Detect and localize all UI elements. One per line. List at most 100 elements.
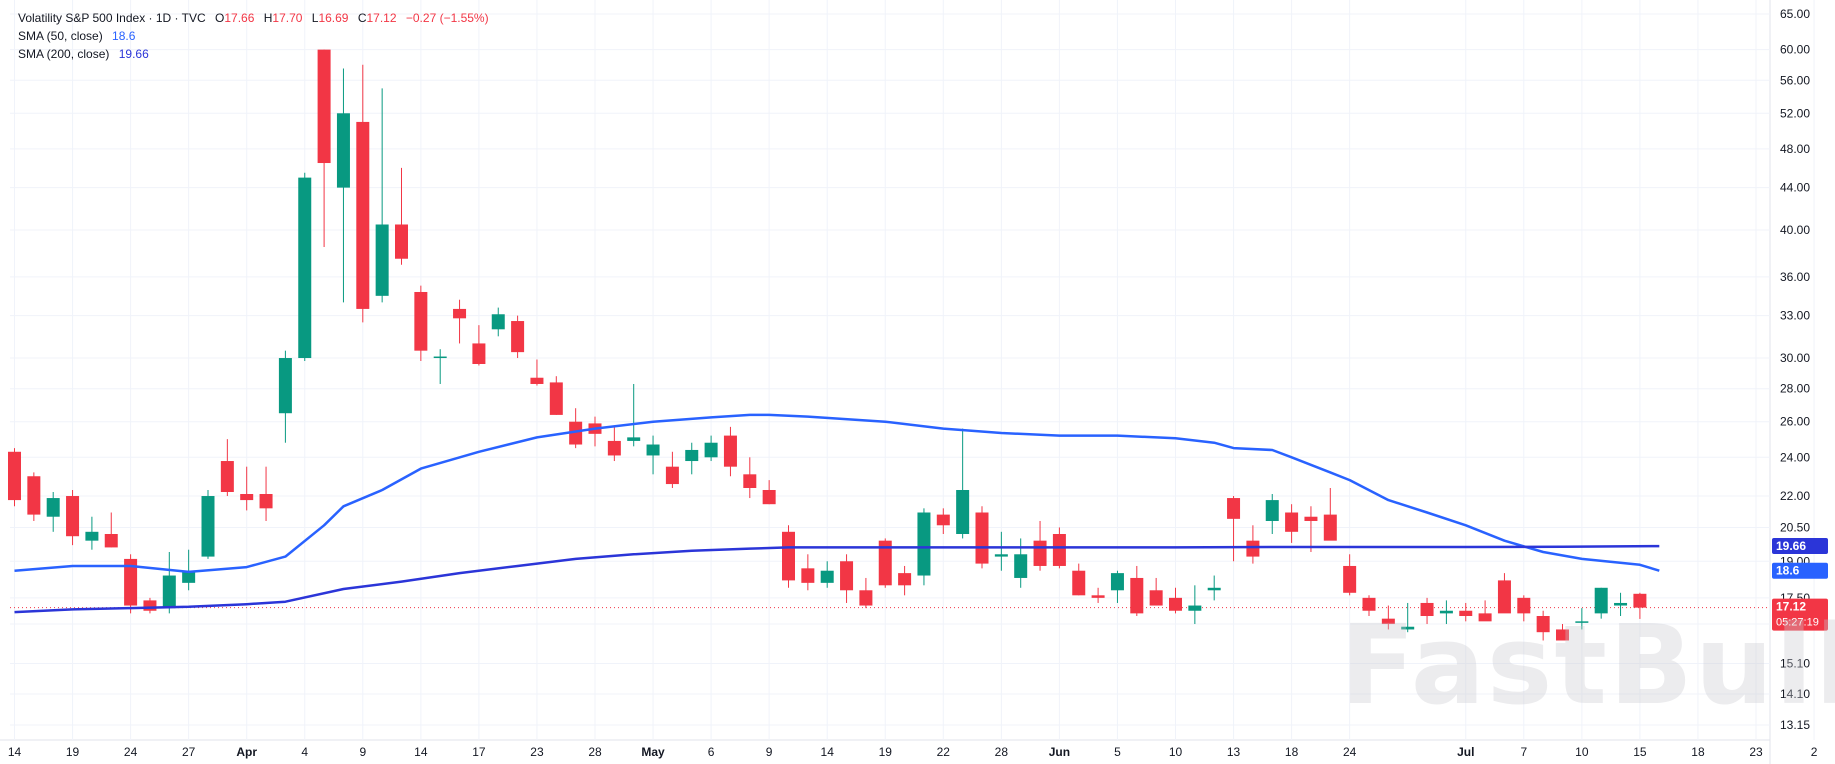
candle-body <box>298 177 312 359</box>
candle-body <box>898 573 912 586</box>
high-value: 17.70 <box>272 11 303 25</box>
x-tick-label: 9 <box>359 745 366 759</box>
candle-body <box>27 476 41 515</box>
candle-body <box>994 554 1008 557</box>
candle-body <box>472 343 486 364</box>
candle-body <box>801 568 815 583</box>
y-tick-label: 26.00 <box>1780 415 1810 429</box>
x-tick-label: 14 <box>821 745 835 759</box>
x-tick-label: 10 <box>1575 745 1589 759</box>
y-tick-label: 20.50 <box>1780 520 1810 534</box>
price-label-text: 18.6 <box>1776 564 1800 578</box>
chart-legend: Volatility S&P 500 Index · 1D · TVC O17.… <box>18 9 489 63</box>
low-value: 16.69 <box>318 11 349 25</box>
candle-body <box>433 356 447 359</box>
x-tick-label: 10 <box>1169 745 1183 759</box>
x-tick-label: 24 <box>1343 745 1357 759</box>
legend-sma50-row[interactable]: SMA (50, close) 18.6 <box>18 27 489 45</box>
candle-body <box>1072 570 1086 596</box>
y-tick-label: 24.00 <box>1780 450 1810 464</box>
x-tick-label: 23 <box>1749 745 1763 759</box>
candle-body <box>1285 512 1299 532</box>
y-tick-label: 52.00 <box>1780 106 1810 120</box>
candle-body <box>1014 554 1028 578</box>
x-tick-label: 13 <box>1227 745 1241 759</box>
candle-body <box>1091 595 1105 598</box>
x-tick-label: 14 <box>414 745 428 759</box>
candle-body <box>259 494 273 509</box>
candle-body <box>278 358 292 414</box>
candle-body <box>704 442 718 458</box>
candle-body <box>782 531 795 581</box>
close-value: 17.12 <box>366 11 397 25</box>
y-tick-label: 60.00 <box>1780 43 1810 57</box>
candle-body <box>530 377 544 384</box>
candle-body <box>220 461 234 492</box>
x-tick-label: 18 <box>1691 745 1705 759</box>
candle-body <box>336 113 350 188</box>
symbol-title[interactable]: Volatility S&P 500 Index · 1D · TVC <box>18 11 206 25</box>
x-tick-label: 19 <box>66 745 80 759</box>
open-value: 17.66 <box>224 11 255 25</box>
candle-body <box>453 308 467 319</box>
candle-body <box>665 466 679 485</box>
candle-body <box>414 291 428 351</box>
candle-body <box>1265 500 1279 521</box>
x-tick-label: Jun <box>1049 745 1070 759</box>
candle-body <box>375 224 389 296</box>
candle-body <box>936 514 950 526</box>
candle-body <box>356 121 370 309</box>
candle-body <box>162 575 176 609</box>
candle-body <box>627 437 641 441</box>
candle-body <box>956 489 970 535</box>
x-tick-label: 4 <box>301 745 308 759</box>
candle-body <box>917 512 931 576</box>
candle-body <box>143 600 157 611</box>
x-tick-label: 2 <box>1811 745 1818 759</box>
candle-body <box>1323 514 1337 541</box>
candle-body <box>1052 534 1066 566</box>
candle-body <box>1246 540 1260 557</box>
x-tick-label: 7 <box>1520 745 1527 759</box>
y-tick-label: 40.00 <box>1780 223 1810 237</box>
candle-body <box>975 512 989 564</box>
candle-body <box>317 49 331 164</box>
candle-body <box>723 435 737 467</box>
candle-body <box>1033 540 1047 566</box>
x-tick-label: May <box>641 745 665 759</box>
x-tick-label: Apr <box>236 745 257 759</box>
candle-body <box>820 570 834 583</box>
x-tick-label: 24 <box>124 745 138 759</box>
x-tick-label: 22 <box>937 745 951 759</box>
close-label: C <box>357 11 367 25</box>
y-tick-label: 33.00 <box>1780 309 1810 323</box>
x-tick-label: 5 <box>1114 745 1121 759</box>
candle-body <box>646 444 660 456</box>
y-tick-label: 48.00 <box>1780 142 1810 156</box>
candle-body <box>549 382 563 415</box>
candle-body <box>1188 605 1202 611</box>
x-tick-label: 28 <box>588 745 602 759</box>
candle-body <box>1343 565 1357 593</box>
candle-body <box>1169 597 1182 611</box>
x-tick-label: Jul <box>1457 745 1474 759</box>
watermark-logo: FastBull <box>1340 601 1835 729</box>
x-tick-label: 27 <box>182 745 196 759</box>
legend-sma200-row[interactable]: SMA (200, close) 19.66 <box>18 45 489 63</box>
x-tick-label: 6 <box>708 745 715 759</box>
candle-body <box>201 496 215 557</box>
price-label-text: 19.66 <box>1776 539 1806 553</box>
sma200-value: 19.66 <box>118 47 149 61</box>
candle-body <box>743 474 757 489</box>
open-label: O <box>215 11 225 25</box>
candle-body <box>85 531 99 541</box>
candle-body <box>1207 587 1221 591</box>
candle-body <box>1304 516 1318 521</box>
candle-body <box>240 494 254 501</box>
y-tick-label: 56.00 <box>1780 73 1810 87</box>
candle-body <box>607 440 621 456</box>
y-tick-label: 30.00 <box>1780 351 1810 365</box>
x-tick-label: 9 <box>766 745 773 759</box>
candle-body <box>859 590 873 606</box>
y-tick-label: 44.00 <box>1780 181 1810 195</box>
